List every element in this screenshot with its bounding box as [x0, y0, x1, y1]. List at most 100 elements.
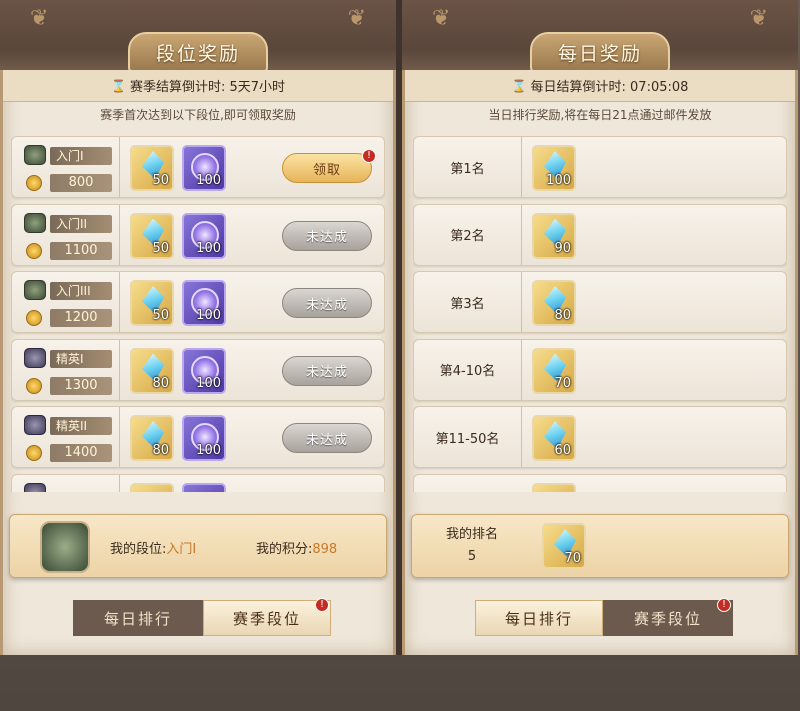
tab-daily-ranking[interactable]: 每日排行	[475, 600, 603, 636]
not-reached-button[interactable]: 未达成	[282, 355, 372, 386]
reward-qty: 80	[554, 308, 571, 323]
rank-reward-list[interactable]: 入门I 800 50 100 领取 ! 入门II 1100 50 100 未达成…	[11, 136, 385, 492]
rank-emblem-icon	[40, 521, 90, 573]
reward-qty: 70	[564, 551, 581, 566]
tier-label: 入门I	[50, 147, 112, 165]
crystal-reward[interactable]: 50	[130, 212, 174, 259]
tab-season-rank[interactable]: 赛季段位	[203, 600, 331, 636]
crystal-reward[interactable]	[532, 482, 576, 492]
notification-dot: !	[315, 598, 329, 612]
my-place-label: 我的排名	[445, 527, 498, 542]
not-reached-button[interactable]: 未达成	[282, 220, 372, 251]
reward-qty: 80	[152, 443, 169, 458]
my-rank-value: 入门I	[166, 542, 197, 557]
rule-text: 赛季首次达到以下段位,即可领取奖励	[100, 108, 296, 122]
rank-badge-icon	[24, 482, 46, 492]
ornament-icon: ❦	[749, 6, 768, 31]
reward-qty: 80	[152, 375, 169, 391]
panel-title: 每日奖励	[557, 42, 642, 65]
rank-badge-icon	[24, 145, 46, 165]
reward-qty: 90	[554, 240, 571, 256]
reward-qty: 100	[196, 375, 221, 391]
reward-row-partial	[11, 473, 385, 492]
tab-daily-ranking[interactable]: 每日排行	[73, 600, 203, 636]
my-rank-label: 我的段位:	[110, 542, 167, 557]
coin-icon	[26, 175, 42, 191]
daily-reward-panel: ❦ ❦ 每日奖励 ⌛ 每日结算倒计时: 07:05:08 当日排行奖励,将在每日…	[402, 0, 798, 655]
reward-row: 第2名 90	[413, 203, 787, 266]
reward-row: 精英II 1400 80 100 未达成	[11, 406, 385, 468]
not-reached-button[interactable]: 未达成	[282, 423, 372, 453]
notification-dot: !	[362, 149, 376, 163]
place-label: 第2名	[414, 204, 522, 265]
tab-season-rank[interactable]: 赛季段位	[603, 600, 733, 636]
token-reward[interactable]: 100	[182, 280, 226, 326]
tab-bar: 每日排行 赛季段位 !	[475, 598, 735, 636]
daily-reward-list[interactable]: 第1名 100 第2名 90 第3名 80 第4-10名 70 第11-50名 …	[413, 136, 787, 492]
reward-qty: 100	[546, 173, 571, 188]
my-place-block: 我的排名 5	[412, 515, 532, 577]
reward-qty: 50	[152, 240, 169, 256]
reward-qty: 100	[196, 308, 221, 323]
tier-label: 精英II	[50, 417, 112, 435]
claim-button[interactable]: 领取	[282, 153, 372, 183]
tier-label: 入门III	[50, 282, 112, 300]
coin-icon	[26, 310, 42, 326]
token-reward[interactable]	[182, 482, 226, 492]
rank-badge-icon	[24, 347, 46, 368]
reward-row: 入门II 1100 50 100 未达成	[11, 203, 385, 266]
crystal-reward[interactable]: 80	[130, 347, 174, 394]
reward-qty: 70	[554, 375, 571, 391]
reward-row: 第3名 80	[413, 271, 787, 333]
reward-row: 第4-10名 70	[413, 338, 787, 401]
place-label: 第4-10名	[414, 339, 522, 400]
my-place-card: 我的排名 5 70	[411, 514, 789, 578]
rule-text: 当日排行奖励,将在每日21点通过邮件发放	[488, 108, 712, 122]
token-reward[interactable]: 100	[182, 347, 226, 394]
season-countdown: ⌛ 赛季结算倒计时: 5天7小时	[3, 70, 393, 102]
coin-icon	[26, 377, 42, 394]
token-reward[interactable]: 100	[182, 415, 226, 461]
reward-row: 入门III 1200 50 100 未达成	[11, 271, 385, 333]
crystal-reward[interactable]: 70	[532, 347, 576, 394]
reward-qty: 100	[196, 173, 221, 188]
rank-badge-icon	[24, 212, 46, 233]
place-label: 第1名	[414, 137, 522, 197]
ornament-icon: ❦	[30, 6, 49, 31]
ornament-icon: ❦	[347, 6, 366, 31]
tier-label: 精英I	[50, 349, 112, 368]
reward-qty: 50	[152, 173, 169, 188]
crystal-reward[interactable]	[130, 482, 174, 492]
crystal-reward[interactable]: 60	[532, 415, 576, 461]
rank-badge-icon	[24, 415, 46, 435]
panel-divider	[396, 0, 402, 655]
crystal-reward[interactable]: 80	[532, 280, 576, 326]
crystal-reward[interactable]: 90	[532, 212, 576, 259]
crystal-reward[interactable]: 100	[532, 145, 576, 191]
place-label: 第3名	[414, 272, 522, 332]
crystal-reward[interactable]: 70	[542, 523, 586, 569]
place-label: 第11-50名	[414, 407, 522, 467]
reward-row: 入门I 800 50 100 领取 !	[11, 136, 385, 198]
reward-qty: 60	[554, 443, 571, 458]
reward-qty: 100	[196, 443, 221, 458]
my-points-text: 我的积分:898	[256, 538, 337, 557]
reward-qty: 50	[152, 308, 169, 323]
panel-title: 段位奖励	[155, 42, 240, 65]
crystal-reward[interactable]: 50	[130, 145, 174, 191]
ornament-icon: ❦	[432, 6, 451, 31]
coin-icon	[26, 242, 42, 259]
token-reward[interactable]: 100	[182, 212, 226, 259]
panel-header: ❦ ❦ 段位奖励	[0, 0, 396, 72]
my-points-label: 我的积分:	[256, 542, 313, 557]
reward-row: 第1名 100	[413, 136, 787, 198]
not-reached-button[interactable]: 未达成	[282, 288, 372, 318]
screen: ❦ ❦ 段位奖励 ⌛ 赛季结算倒计时: 5天7小时 赛季首次达到以下段位,即可领…	[0, 0, 800, 711]
tier-label: 入门II	[50, 214, 112, 233]
my-rank-card: 我的段位:入门I 我的积分:898	[9, 514, 387, 578]
crystal-reward[interactable]: 50	[130, 280, 174, 326]
crystal-reward[interactable]: 80	[130, 415, 174, 461]
token-reward[interactable]: 100	[182, 145, 226, 191]
my-place-value: 5	[467, 549, 477, 564]
hourglass-icon: ⌛	[511, 78, 527, 93]
